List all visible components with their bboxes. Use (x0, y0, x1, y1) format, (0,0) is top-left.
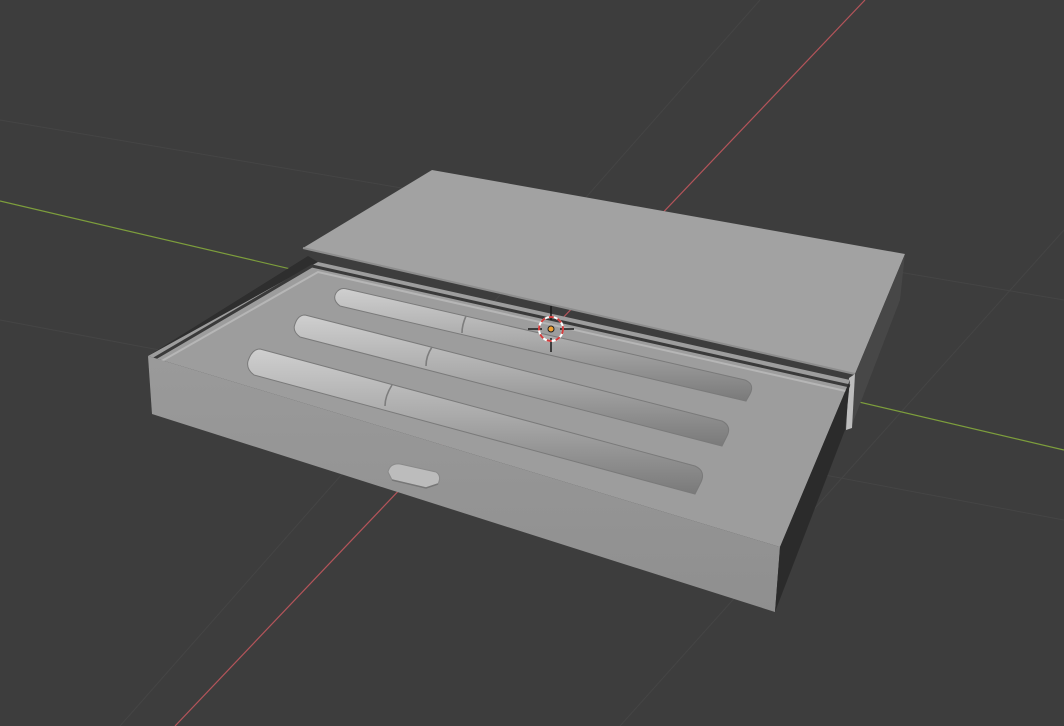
origin-dot (547, 325, 555, 333)
3d-viewport[interactable] (0, 0, 1064, 726)
pen-box[interactable] (148, 170, 905, 612)
viewport-canvas[interactable] (0, 0, 1064, 726)
